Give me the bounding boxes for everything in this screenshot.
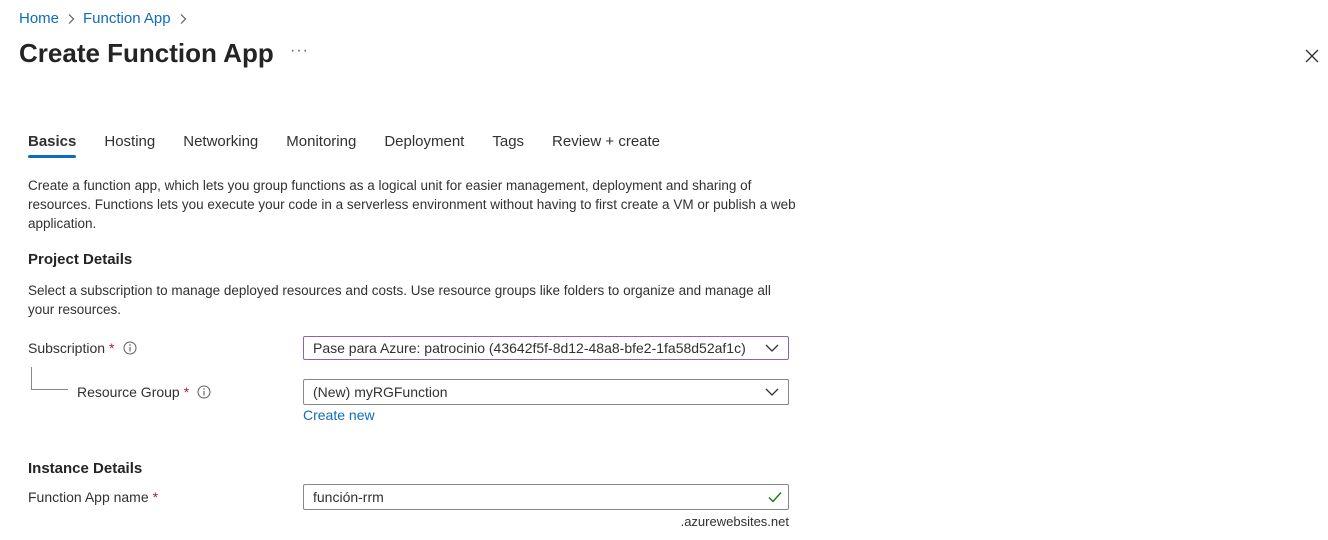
tab-networking[interactable]: Networking bbox=[183, 133, 258, 158]
tab-hosting[interactable]: Hosting bbox=[104, 133, 155, 158]
breadcrumb: Home Function App bbox=[19, 10, 189, 27]
info-icon[interactable] bbox=[123, 341, 137, 355]
tab-basics[interactable]: Basics bbox=[28, 133, 77, 158]
chevron-right-icon bbox=[180, 13, 186, 24]
close-icon[interactable] bbox=[1304, 48, 1320, 64]
subscription-label: Subscription * bbox=[28, 340, 137, 356]
chevron-down-icon bbox=[765, 344, 779, 352]
function-app-name-label-text: Function App name bbox=[28, 489, 149, 505]
resource-group-value: (New) myRGFunction bbox=[313, 384, 448, 400]
subscription-value: Pase para Azure: patrocinio (43642f5f-8d… bbox=[313, 340, 746, 356]
required-mark: * bbox=[109, 340, 115, 356]
required-mark: * bbox=[152, 489, 159, 505]
breadcrumb-function-app[interactable]: Function App bbox=[83, 10, 171, 27]
create-new-resource-group-link[interactable]: Create new bbox=[303, 407, 375, 423]
tab-monitoring[interactable]: Monitoring bbox=[286, 133, 356, 158]
domain-suffix: .azurewebsites.net bbox=[680, 514, 789, 529]
resource-group-select[interactable]: (New) myRGFunction bbox=[303, 379, 789, 405]
required-mark: * bbox=[183, 384, 190, 400]
tab-deployment[interactable]: Deployment bbox=[384, 133, 464, 158]
resource-group-label-text: Resource Group bbox=[77, 384, 180, 400]
info-icon[interactable] bbox=[197, 385, 211, 399]
tab-bar: Basics Hosting Networking Monitoring Dep… bbox=[28, 133, 688, 158]
intro-description: Create a function app, which lets you gr… bbox=[28, 178, 796, 231]
page-title: Create Function App bbox=[19, 38, 274, 68]
project-details-description: Select a subscription to manage deployed… bbox=[28, 283, 771, 317]
tree-connector bbox=[31, 367, 68, 390]
project-details-heading: Project Details bbox=[28, 251, 133, 268]
chevron-down-icon bbox=[765, 388, 779, 396]
tab-review-create[interactable]: Review + create bbox=[552, 133, 660, 158]
tab-tags[interactable]: Tags bbox=[492, 133, 524, 158]
checkmark-icon bbox=[768, 492, 782, 503]
resource-group-label: Resource Group * bbox=[77, 384, 211, 400]
breadcrumb-home[interactable]: Home bbox=[19, 10, 59, 27]
instance-details-heading: Instance Details bbox=[28, 460, 143, 477]
function-app-name-label: Function App name * bbox=[28, 489, 158, 505]
chevron-right-icon bbox=[68, 13, 75, 24]
subscription-label-text: Subscription bbox=[28, 340, 106, 356]
function-app-name-input[interactable] bbox=[303, 484, 789, 510]
more-options-button[interactable]: ··· bbox=[290, 42, 309, 60]
subscription-select[interactable]: Pase para Azure: patrocinio (43642f5f-8d… bbox=[303, 336, 789, 360]
